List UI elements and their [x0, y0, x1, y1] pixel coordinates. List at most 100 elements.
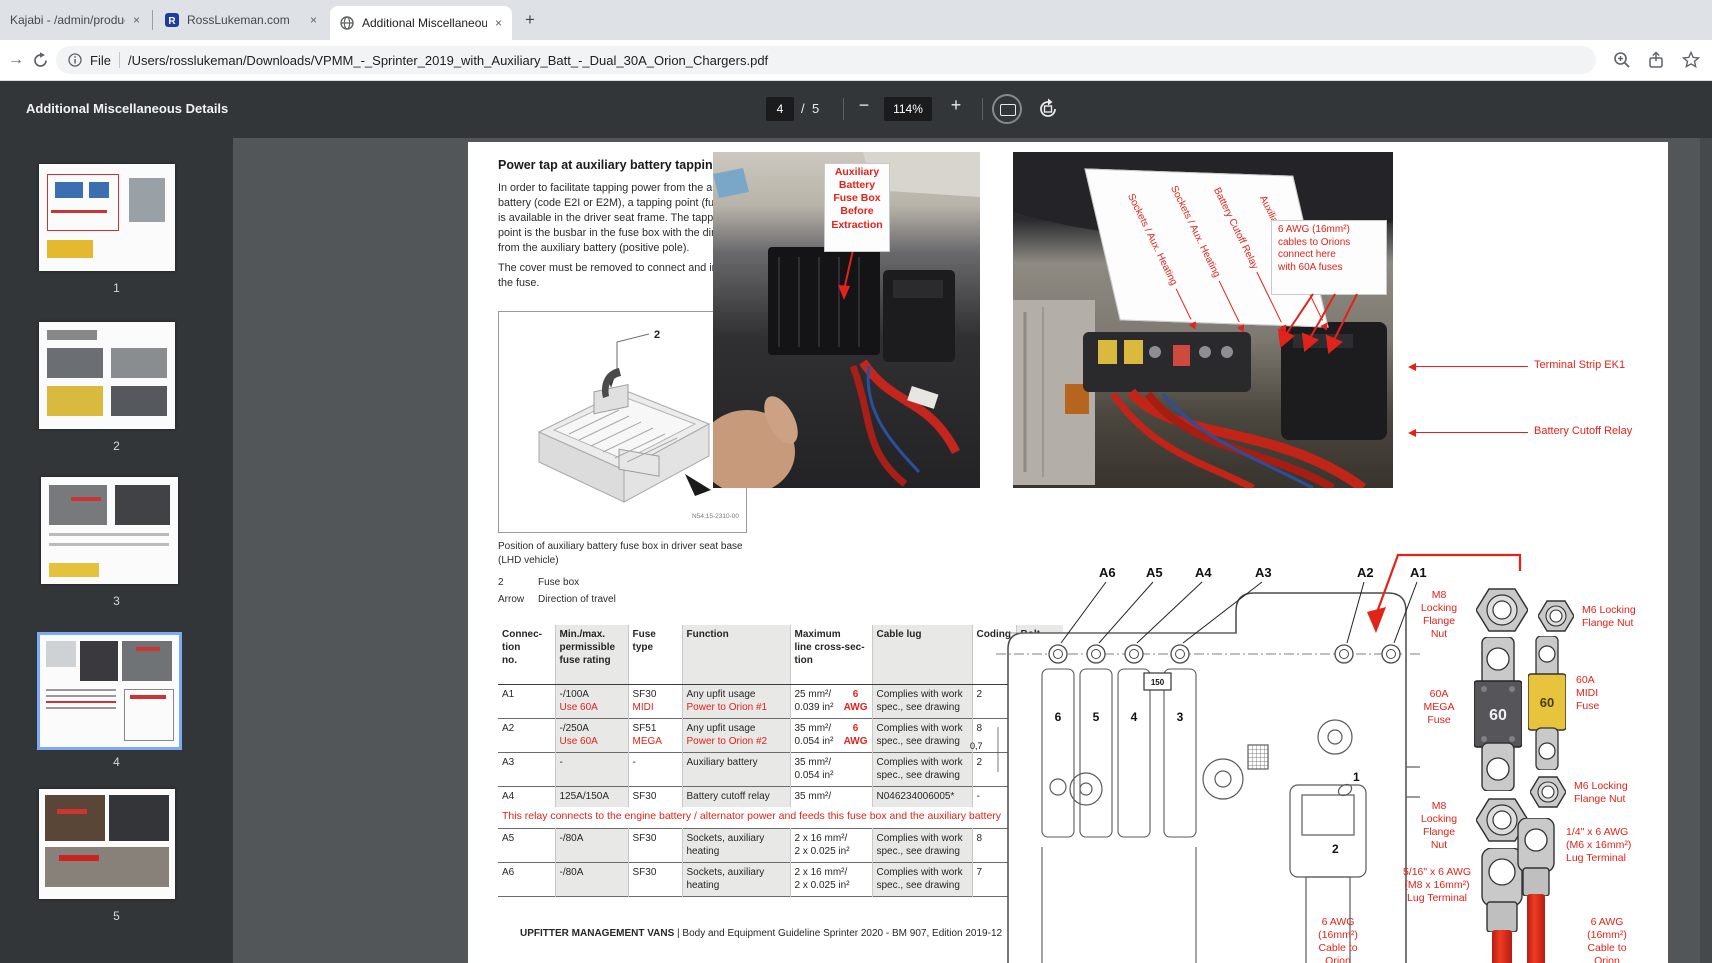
- fit-page-icon: [1000, 104, 1016, 116]
- lug-terminal-5-16-label: 5/16" x 6 AWG (M8 x 16mm²) Lug Terminal: [1402, 866, 1472, 905]
- forward-icon[interactable]: →: [8, 48, 24, 72]
- lug-terminal-1-4-label: 1/4" x 6 AWG (M6 x 16mm²) Lug Terminal: [1566, 826, 1632, 865]
- content-area: 1 2 3 4 5 Power tap at auxiliary battery…: [0, 138, 1712, 963]
- tab-bar: Kajabi - /admin/products/2148 × R RossLu…: [0, 0, 1712, 40]
- legend-key: 2: [498, 577, 504, 588]
- new-tab-button[interactable]: +: [518, 8, 542, 32]
- lug-terminal-1-4-icon: [1517, 818, 1555, 896]
- terminal-strip-arrow: [1408, 362, 1528, 371]
- m8-locking-flange-nut-icon: [1476, 588, 1528, 632]
- terminal-label: A5: [1146, 565, 1163, 580]
- close-icon[interactable]: ×: [310, 13, 317, 27]
- zoom-out-button[interactable]: −: [852, 95, 876, 116]
- url-separator: [118, 52, 120, 68]
- fusebox-isometric-drawing: 2 N54.15-2310-00: [537, 329, 739, 520]
- terminal-label: A1: [1410, 565, 1427, 580]
- m8-nut-label: M8 Locking Flange Nut: [1420, 589, 1458, 641]
- footer-rest: | Body and Equipment Guideline Sprinter …: [677, 928, 1003, 939]
- legend-row: 2 Fuse box: [498, 576, 579, 590]
- toolbar-divider: [982, 98, 983, 120]
- battery-cutoff-relay-arrow: [1408, 428, 1528, 437]
- globe-icon: [340, 16, 354, 30]
- tab-divider: [152, 10, 153, 30]
- m6-locking-flange-nut-icon: [1538, 600, 1574, 632]
- terminal-strip-label: Terminal Strip EK1: [1534, 359, 1626, 371]
- rotate-icon[interactable]: [1036, 97, 1060, 121]
- rosslukeman-favicon-icon: R: [165, 13, 179, 27]
- col-header: Min./max. permissible fuse rating: [554, 625, 628, 685]
- photo-annotation-box: Auxiliary Battery Fuse Box Before Extrac…: [824, 163, 890, 252]
- component-number: 2: [1332, 842, 1339, 856]
- col-header: Maximum line cross-sec- tion: [789, 625, 872, 685]
- tab-title: RossLukeman.com: [187, 13, 290, 27]
- figure-caption: Position of auxiliary battery fuse box i…: [498, 541, 743, 566]
- col-header: Fuse type: [627, 625, 682, 685]
- midi-fuse-value: 60: [1540, 695, 1554, 710]
- terminal-label: A4: [1195, 565, 1212, 580]
- thumbnail-page-number: 5: [113, 909, 120, 923]
- footer-bold: UPFITTER MANAGEMENT VANS: [520, 928, 675, 939]
- url-field[interactable]: File /Users/rosslukeman/Downloads/VPMM_-…: [56, 46, 1596, 74]
- col-header: Connec- tion no.: [498, 625, 555, 685]
- thumbnail-page-number: 1: [113, 281, 120, 295]
- annotation-arrows: [1277, 293, 1358, 354]
- pdf-page: Power tap at auxiliary battery tapping p…: [468, 142, 1668, 963]
- pdf-document-title: Additional Miscellaneous Details: [26, 101, 229, 116]
- photo-annotation-box: 6 AWG (16mm²) cables to Orions connect h…: [1271, 220, 1387, 295]
- thumbnail-page-2[interactable]: [39, 322, 175, 429]
- m6-nut-label: M6 Locking Flange Nut: [1582, 604, 1636, 630]
- legend-value: Direction of travel: [538, 594, 616, 605]
- fit-to-page-button[interactable]: [992, 94, 1022, 124]
- legend-row: Arrow Direction of travel: [498, 593, 616, 607]
- scrollbar[interactable]: [1700, 138, 1712, 963]
- thumbnail-page-5[interactable]: [39, 789, 175, 899]
- m8-nut-label: M8 Locking Flange Nut: [1420, 800, 1458, 852]
- zoom-indicator-icon[interactable]: [1612, 50, 1632, 70]
- tab-rosslukeman[interactable]: R RossLukeman.com ×: [155, 0, 327, 40]
- share-icon[interactable]: [1646, 50, 1666, 70]
- cable-to-orion-label: 6 AWG (16mm²) Cable to Orion: [1587, 916, 1627, 963]
- mega-fuse-value: 60: [1489, 707, 1507, 724]
- bookmark-star-icon[interactable]: [1681, 50, 1701, 70]
- tab-kajabi[interactable]: Kajabi - /admin/products/2148 ×: [0, 0, 150, 40]
- zoom-level-input[interactable]: 114%: [884, 97, 932, 121]
- slot-number: 3: [1177, 710, 1184, 724]
- thumbnail-sidebar: 1 2 3 4 5: [0, 138, 233, 963]
- midi-fuse-label: 60A MIDI Fuse: [1576, 674, 1600, 713]
- close-icon[interactable]: ×: [133, 13, 140, 27]
- midi-fuse-icon: 60: [1528, 636, 1566, 770]
- close-icon[interactable]: ×: [495, 16, 502, 30]
- red-cable: [1492, 930, 1512, 963]
- figure-callout: 2: [654, 329, 660, 341]
- col-header: Function: [681, 625, 790, 685]
- fusebox-figure: 2 N54.15-2310-00: [498, 311, 747, 533]
- zoom-in-button[interactable]: +: [944, 95, 968, 116]
- thumbnail-page-1[interactable]: [39, 164, 175, 271]
- m6-nut-label: M6 Locking Flange Nut: [1574, 780, 1628, 806]
- terminal-label: A3: [1255, 565, 1272, 580]
- fuse-150-label: 150: [1151, 678, 1165, 687]
- mega-fuse-label: 60A MEGA Fuse: [1423, 688, 1455, 727]
- thumbnail-page-3[interactable]: [41, 477, 178, 584]
- thumbnail-page-number: 4: [113, 755, 120, 769]
- document-area[interactable]: Power tap at auxiliary battery tapping p…: [233, 138, 1712, 963]
- tab-title: Additional Miscellaneous Detail: [362, 16, 487, 30]
- slot-number: 4: [1131, 710, 1138, 724]
- legend-value: Fuse box: [538, 577, 580, 588]
- slot-number: 6: [1055, 710, 1062, 724]
- figure-drawing-number: N54.15-2310-00: [692, 513, 739, 520]
- col-header: Cable lug: [871, 625, 972, 685]
- url-path: /Users/rosslukeman/Downloads/VPMM_-_Spri…: [127, 52, 769, 68]
- info-icon[interactable]: [68, 53, 82, 67]
- url-bar: → File /Users/rosslukeman/Downloads/VPMM…: [0, 40, 1712, 81]
- tab-pdf-active[interactable]: Additional Miscellaneous Detail ×: [330, 6, 512, 40]
- page-number-input[interactable]: 4: [766, 97, 794, 121]
- photo-terminal-strip: Sockets / Aux. Heating Sockets / Aux. He…: [1013, 152, 1393, 488]
- photo-fusebox-extraction: Auxiliary Battery Fuse Box Before Extrac…: [713, 152, 980, 488]
- cable-to-orion-label: 6 AWG (16mm²) Cable to Orion: [1318, 916, 1358, 963]
- thumbnail-page-4-selected[interactable]: [37, 632, 182, 750]
- reload-icon[interactable]: [32, 52, 49, 69]
- tab-title: Kajabi - /admin/products/2148: [10, 13, 125, 27]
- red-cable: [1527, 894, 1545, 963]
- legend-key: Arrow: [498, 594, 525, 605]
